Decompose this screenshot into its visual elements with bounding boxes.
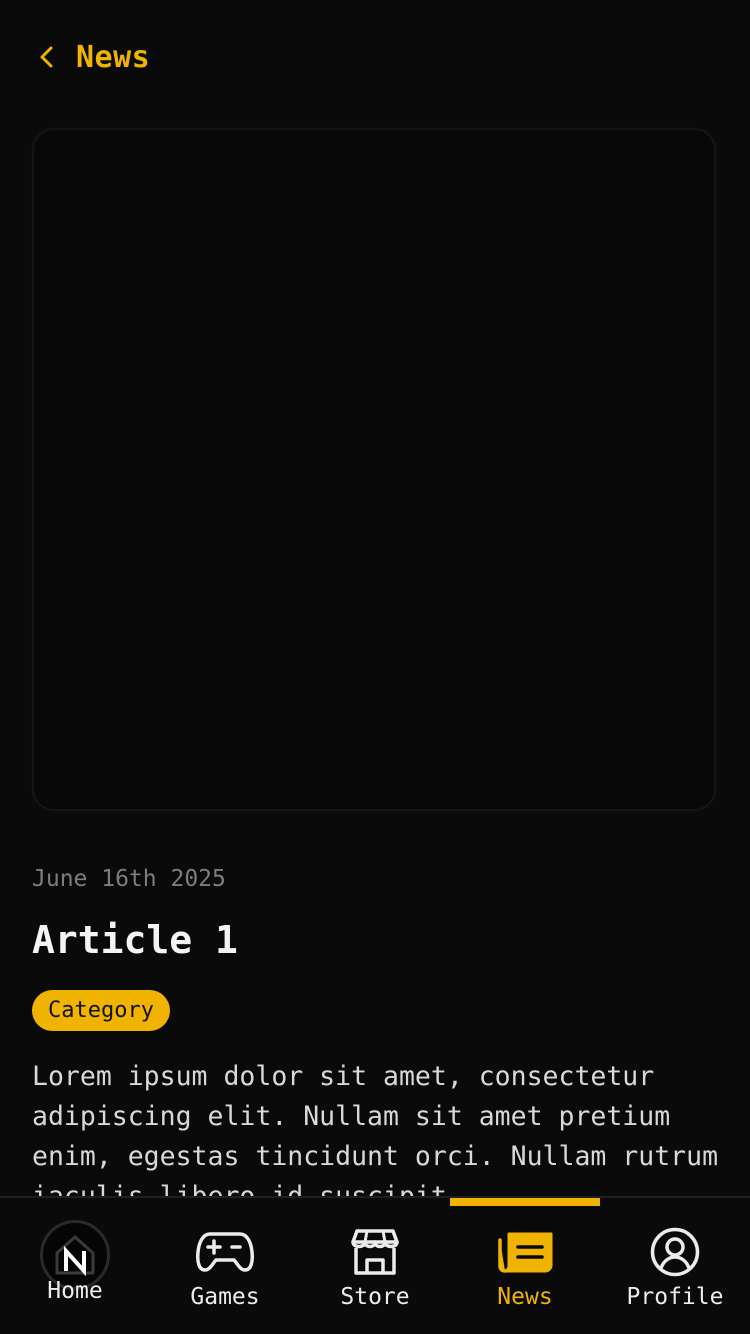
nav-label-news: News xyxy=(497,1284,553,1310)
article-body: Lorem ipsum dolor sit amet, consectetur … xyxy=(32,1061,719,1212)
store-icon xyxy=(345,1224,405,1280)
article-hero-image xyxy=(32,128,716,811)
bottom-nav: Home Games Store News Profile xyxy=(0,1196,750,1334)
article-date: June 16th 2025 xyxy=(32,866,226,892)
nav-item-profile[interactable]: Profile xyxy=(600,1198,750,1334)
nav-item-games[interactable]: Games xyxy=(150,1198,300,1334)
nav-item-news[interactable]: News xyxy=(450,1198,600,1334)
news-article-screen: News June 16th 2025 Article 1 Category L… xyxy=(0,0,750,1334)
nav-item-home[interactable]: Home xyxy=(0,1198,150,1334)
profile-icon xyxy=(645,1224,705,1280)
back-to-news-button[interactable]: News xyxy=(32,30,150,84)
category-badge[interactable]: Category xyxy=(32,990,170,1031)
article-title: Article 1 xyxy=(32,918,238,962)
active-tab-indicator xyxy=(450,1198,600,1206)
newspaper-icon xyxy=(495,1224,555,1280)
article-content: June 16th 2025 Article 1 Category Lorem … xyxy=(32,862,722,1217)
nav-label-profile: Profile xyxy=(626,1284,724,1310)
gamepad-icon xyxy=(195,1224,255,1280)
nav-label-store: Store xyxy=(340,1284,410,1310)
page-title: News xyxy=(76,39,151,75)
nav-item-store[interactable]: Store xyxy=(300,1198,450,1334)
chevron-left-icon xyxy=(32,42,62,72)
nav-label-games: Games xyxy=(190,1284,260,1310)
nav-label-home: Home xyxy=(47,1278,103,1304)
